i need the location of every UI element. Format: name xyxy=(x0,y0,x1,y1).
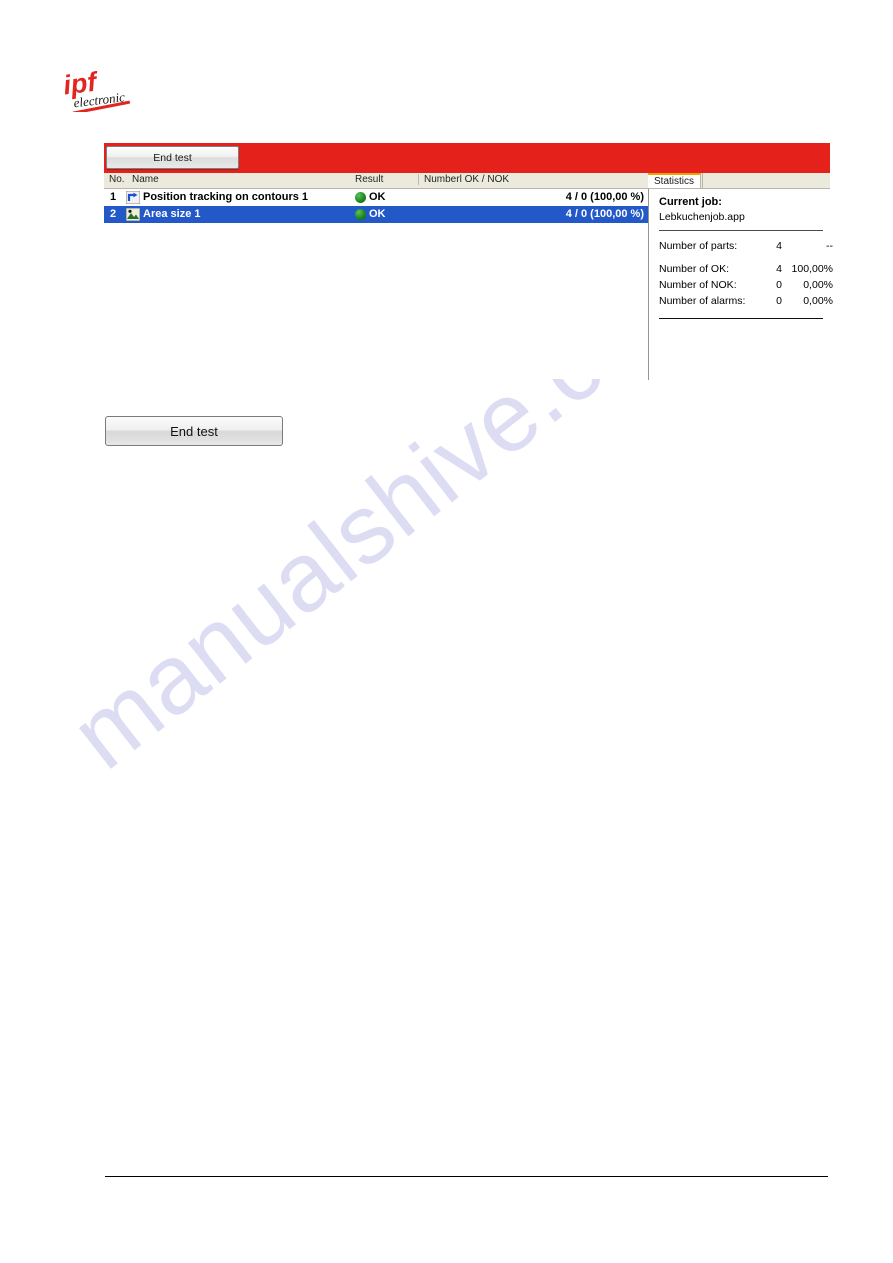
stat-count: 0 xyxy=(776,279,782,291)
row-result: OK xyxy=(355,208,386,220)
stat-percent: 100,00% xyxy=(791,263,833,275)
statistics-panel: Statistics Current job: Lebkuchenjob.app… xyxy=(648,173,833,380)
stat-count: 4 xyxy=(776,240,782,252)
footer-divider xyxy=(105,1176,828,1177)
table-row[interactable]: 2 Area size 1 OK 4 / 0 (100,00 %) xyxy=(104,206,648,223)
results-table-header: No. Name Result Numberl OK / NOK xyxy=(104,173,648,189)
row-name: Area size 1 xyxy=(143,208,201,220)
row-number-ok-nok: 4 / 0 (100,00 %) xyxy=(565,191,644,203)
column-header-result: Result xyxy=(355,174,384,185)
stat-row-nok: Number of NOK: 0 0,00% xyxy=(659,279,833,295)
app-titlebar: End test xyxy=(104,143,830,173)
end-test-button-toolbar[interactable]: End test xyxy=(106,146,239,169)
results-table: No. Name Result Numberl OK / NOK 1 Posit… xyxy=(104,173,648,379)
stat-label: Number of OK: xyxy=(659,263,730,275)
stat-percent: 0,00% xyxy=(803,279,833,291)
current-job-value: Lebkuchenjob.app xyxy=(659,211,745,223)
row-number: 2 xyxy=(110,208,117,220)
statistics-content: Current job: Lebkuchenjob.app Number of … xyxy=(648,189,833,380)
tabstrip-filler xyxy=(702,173,830,188)
row-name: Position tracking on contours 1 xyxy=(143,191,309,203)
position-tracking-icon xyxy=(125,190,141,205)
stat-percent: -- xyxy=(826,240,833,252)
stat-label: Number of alarms: xyxy=(659,295,746,307)
stat-count: 4 xyxy=(776,263,782,275)
end-test-button[interactable]: End test xyxy=(105,416,283,446)
column-header-name: Name xyxy=(132,174,159,185)
stat-row-ok: Number of OK: 4 100,00% xyxy=(659,263,833,279)
status-led-icon xyxy=(355,208,366,220)
stat-count: 0 xyxy=(776,295,782,307)
stat-label: Number of NOK: xyxy=(659,279,737,291)
column-header-number: Numberl OK / NOK xyxy=(418,174,509,185)
row-result: OK xyxy=(355,191,386,203)
area-size-icon xyxy=(125,207,141,222)
stat-percent: 0,00% xyxy=(803,295,833,307)
stat-row-alarms: Number of alarms: 0 0,00% xyxy=(659,295,833,311)
statistics-divider-top xyxy=(659,230,823,231)
row-result-label: OK xyxy=(369,191,386,203)
status-led-icon xyxy=(355,191,366,203)
statistics-divider-bottom xyxy=(659,318,823,319)
stat-label: Number of parts: xyxy=(659,240,738,252)
vision-app-window: End test No. Name Result Numberl OK / NO… xyxy=(104,143,833,380)
row-number: 1 xyxy=(110,191,117,203)
column-header-no: No. xyxy=(109,174,125,185)
ipf-electronic-logo: ipf electronic xyxy=(62,64,140,115)
statistics-tabstrip: Statistics xyxy=(648,173,830,189)
current-job-label: Current job: xyxy=(659,196,722,208)
logo-graphic: ipf electronic xyxy=(62,66,131,115)
row-result-label: OK xyxy=(369,208,386,220)
row-number-ok-nok: 4 / 0 (100,00 %) xyxy=(565,208,644,220)
table-row[interactable]: 1 Position tracking on contours 1 OK 4 /… xyxy=(104,189,648,206)
tab-statistics[interactable]: Statistics xyxy=(648,173,702,188)
stat-row-parts: Number of parts: 4 -- xyxy=(659,240,833,256)
